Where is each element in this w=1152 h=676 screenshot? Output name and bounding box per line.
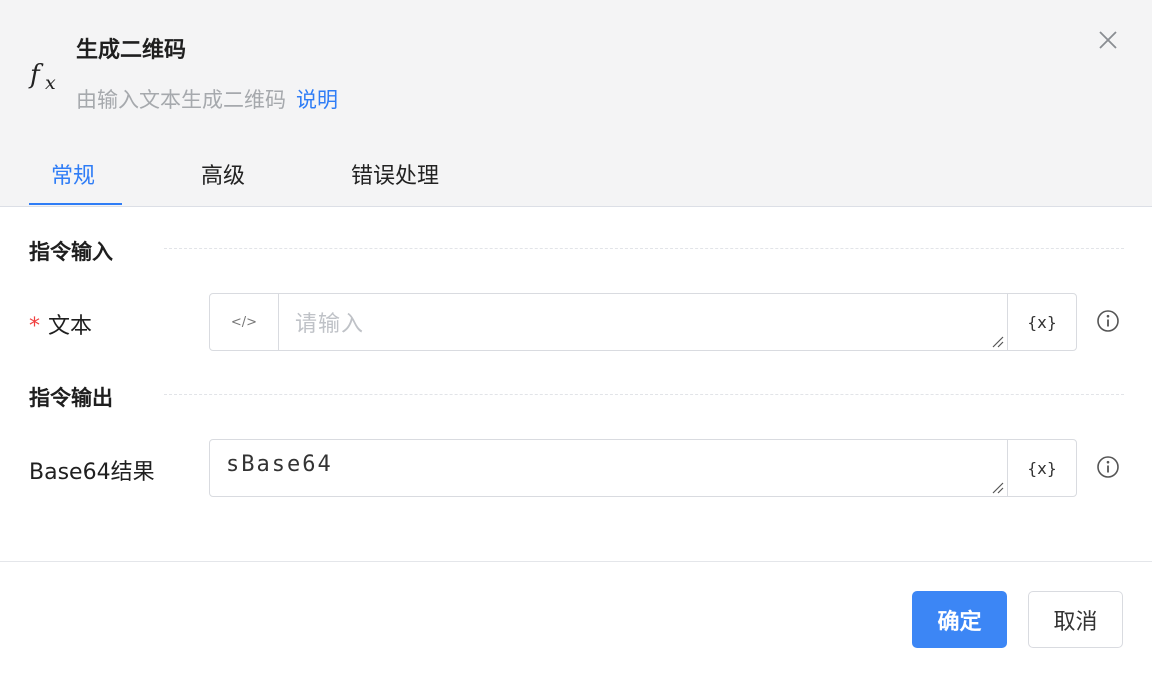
active-tab-indicator [29,203,122,205]
code-mode-button[interactable]: </> [210,294,279,350]
close-button[interactable] [1096,28,1120,52]
insert-variable-button[interactable]: {x} [1007,440,1076,496]
tab-bar: 常规 高级 错误处理 [0,150,1152,207]
text-input[interactable]: 请输入 [295,306,364,338]
close-icon [1099,31,1117,49]
base64-input-box: sBase64 {x} [209,439,1077,497]
dialog-subtitle: 由输入文本生成二维码 说明 [76,84,338,114]
section-title-output: 指令输出 [29,386,113,410]
info-icon[interactable] [1096,309,1120,333]
tab-general[interactable]: 常规 [51,158,95,190]
code-icon: </> [230,314,258,330]
footer-divider [0,561,1152,562]
dialog-header: f x 生成二维码 由输入文本生成二维码 说明 常规 高级 错误处理 [0,0,1152,207]
variable-icon: {x} [1027,312,1057,332]
base64-variable-input[interactable]: sBase64 [226,452,333,477]
subtitle-text: 由输入文本生成二维码 [76,88,286,112]
variable-icon: {x} [1027,458,1057,478]
dialog: f x 生成二维码 由输入文本生成二维码 说明 常规 高级 错误处理 指令输入 *… [0,0,1152,676]
function-icon-x: x [45,72,56,94]
info-icon[interactable] [1096,455,1120,479]
tab-error-handling[interactable]: 错误处理 [351,158,439,190]
required-mark: * [29,314,40,339]
cancel-button[interactable]: 取消 [1028,591,1123,648]
function-icon: f x [26,60,62,100]
confirm-button[interactable]: 确定 [912,591,1007,648]
resize-handle-icon[interactable] [990,480,1004,494]
tab-advanced[interactable]: 高级 [201,158,245,190]
insert-variable-button[interactable]: {x} [1007,294,1076,350]
section-divider [164,248,1124,249]
section-title-input: 指令输入 [29,240,113,264]
field-label-text: * 文本 [29,308,92,340]
help-link[interactable]: 说明 [296,88,338,112]
field-label-text-name: 文本 [48,314,93,339]
function-icon-f: f [30,60,40,90]
dialog-title: 生成二维码 [76,38,187,63]
section-divider [164,394,1124,395]
field-label-base64: Base64结果 [29,460,155,485]
text-input-box: </> 请输入 {x} [209,293,1077,351]
resize-handle-icon[interactable] [990,334,1004,348]
